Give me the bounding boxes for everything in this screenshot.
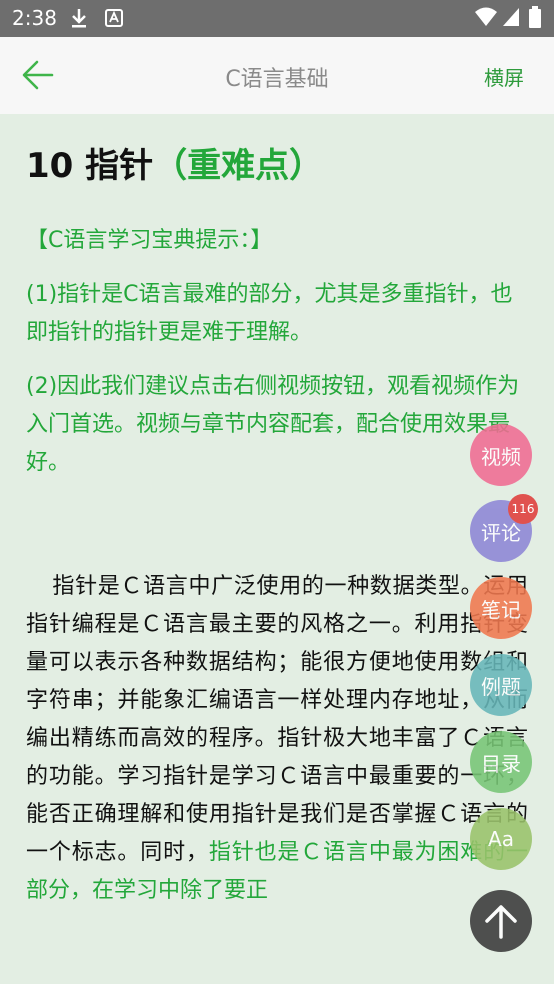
signal-icon — [503, 8, 519, 26]
tip-paragraph-2: (2)因此我们建议点击右侧视频按钮，观看视频作为入门首选。视频与章节内容配套，配… — [26, 374, 520, 475]
download-icon — [72, 9, 86, 28]
chapter-number-title: 10 指针 — [26, 146, 154, 186]
app-bar: C语言基础 横屏 — [0, 37, 554, 114]
wifi-icon — [475, 7, 497, 26]
status-bar: 2:38 — [0, 0, 554, 37]
chapter-heading-accent: （重难点） — [153, 146, 324, 186]
video-label: 视频 — [481, 444, 521, 469]
toc-label: 目录 — [481, 751, 521, 776]
battery-icon — [529, 6, 541, 28]
app-notification-icon — [105, 9, 123, 27]
scroll-top-button[interactable] — [470, 890, 532, 952]
arrow-up-icon — [485, 905, 517, 939]
example-label: 例题 — [481, 674, 521, 699]
chapter-heading: 10 指针（重难点） — [26, 144, 528, 188]
video-button[interactable]: 视频 — [470, 424, 532, 486]
example-button[interactable]: 例题 — [470, 654, 532, 716]
article-content: 10 指针（重难点） 【C语言学习宝典提示：】 (1)指针是C语言最难的部分，尤… — [0, 114, 554, 984]
status-time: 2:38 — [12, 6, 57, 30]
body-text: 指针是Ｃ语言中广泛使用的一种数据类型。运用指针编程是Ｃ语言最主要的风格之一。利用… — [26, 574, 528, 865]
landscape-button[interactable]: 横屏 — [484, 62, 524, 91]
comment-count-badge: 116 — [508, 494, 538, 524]
font-size-button[interactable]: Aa — [470, 808, 532, 870]
font-size-label: Aa — [488, 827, 514, 851]
page-title: C语言基础 — [225, 67, 329, 92]
tip-title: 【C语言学习宝典提示：】 — [26, 228, 273, 253]
tip-paragraph-1: (1)指针是C语言最难的部分，尤其是多重指针，也即指针的指针更是难于理解。 — [26, 282, 513, 345]
body-paragraph: 指针是Ｃ语言中广泛使用的一种数据类型。运用指针编程是Ｃ语言最主要的风格之一。利用… — [26, 568, 528, 910]
note-button[interactable]: 笔记 — [470, 577, 532, 639]
toc-button[interactable]: 目录 — [470, 731, 532, 793]
note-label: 笔记 — [481, 597, 521, 622]
